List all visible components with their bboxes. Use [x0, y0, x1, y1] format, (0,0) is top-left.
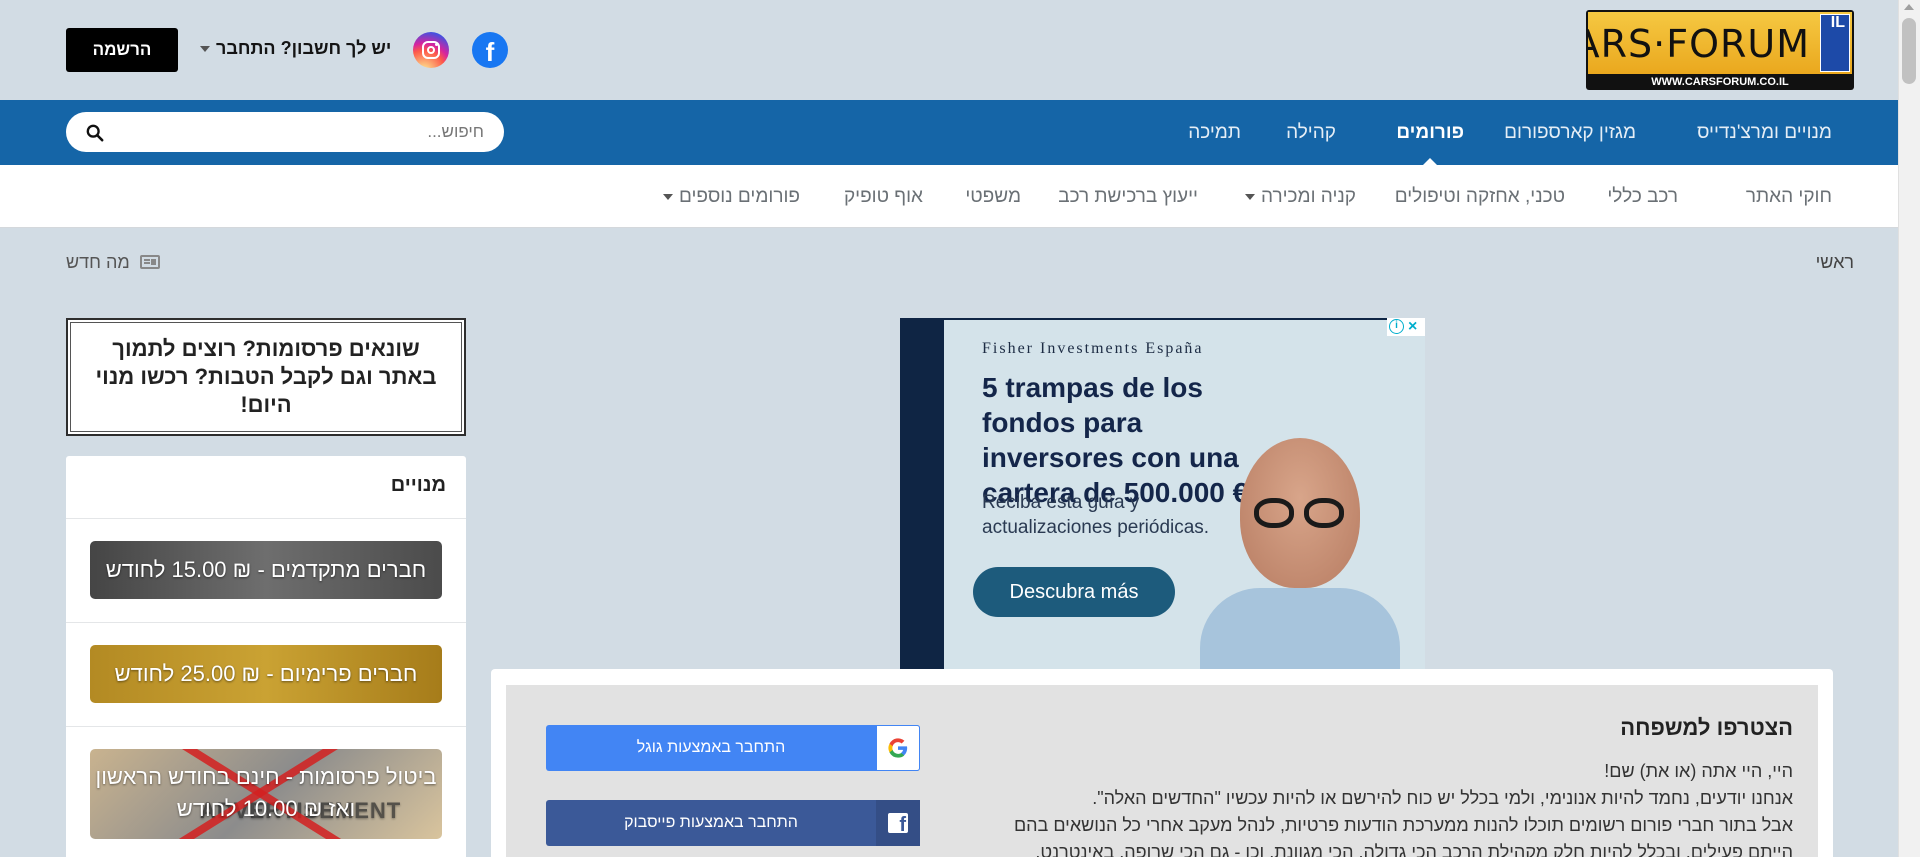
- caret-down-icon: [200, 46, 210, 53]
- join-title: הצטרפו למשפחה: [1620, 715, 1793, 740]
- search-icon[interactable]: [86, 124, 104, 142]
- join-line: הייתם פעילים, ובכלל להיות חלק מקהילת הרכ…: [1035, 842, 1793, 857]
- nav-item-support[interactable]: תמיכה: [1188, 100, 1241, 165]
- nav-item-community[interactable]: קהילה: [1286, 100, 1336, 165]
- nav-item-magazine[interactable]: מגזין קארספורום: [1504, 100, 1636, 165]
- logo-text: CARS·FORUM: [1586, 22, 1810, 66]
- subnav-buy-sell-label: קניה ומכירה: [1261, 186, 1356, 207]
- google-login-label: התחבר באמצעות גוגל: [636, 739, 786, 756]
- login-label: יש לך חשבון? התחבר: [216, 38, 392, 58]
- whats-new-label: מה חדש: [66, 252, 130, 272]
- join-line: אנחנו יודעים, נחמד להיות אנונימי, ולמי ב…: [1092, 788, 1793, 808]
- plan-advanced-button[interactable]: חברים מתקדמים - ₪ 15.00 לחודש: [90, 541, 442, 599]
- scroll-up-icon[interactable]: [1904, 4, 1914, 10]
- plan-premium-button[interactable]: חברים פרימיום - ₪ 25.00 לחודש: [90, 645, 442, 703]
- join-content: הצטרפו למשפחה היי, היי אתה (או את) שם! א…: [506, 685, 1818, 857]
- close-icon[interactable]: ×: [1408, 318, 1417, 336]
- search-box: [66, 112, 504, 152]
- ad-close-button[interactable]: i ×: [1387, 318, 1425, 336]
- instagram-icon[interactable]: [413, 32, 449, 68]
- join-line: היי, היי אתה (או את) שם!: [1604, 761, 1793, 781]
- promo-text: שונאים פרסומות? רוצים לתמוך באתר וגם לקב…: [95, 336, 437, 417]
- forum-subnav: חוקי האתר רכב כללי טכני, אחזקה וטיפולים …: [0, 165, 1898, 228]
- google-icon-box: [876, 725, 920, 771]
- divider: [66, 518, 466, 519]
- caret-down-icon: [1245, 193, 1255, 200]
- join-line: אבל בתור חברי פורום רשומים תוכלו להנות מ…: [1013, 815, 1793, 835]
- subnav-item-more[interactable]: פורומים נוספים: [662, 165, 800, 228]
- facebook-icon[interactable]: f: [472, 32, 508, 68]
- nav-item-subscriptions[interactable]: מנויים ומרצ'נדייס: [1697, 100, 1832, 165]
- page-scrollbar[interactable]: [1898, 0, 1920, 857]
- join-panel: הצטרפו למשפחה היי, היי אתה (או את) שם! א…: [491, 669, 1833, 857]
- ad-person-image: [1200, 438, 1400, 669]
- plan-no-ads-button[interactable]: ADVERTISEMENT ביטול פרסומות - חינם בחודש…: [90, 749, 442, 839]
- ad-cta-button[interactable]: Descubra más: [973, 567, 1175, 617]
- register-button[interactable]: הרשמה: [66, 28, 178, 72]
- scroll-thumb[interactable]: [1902, 18, 1916, 84]
- advertisement[interactable]: Fisher Investments España 5 trampas de l…: [900, 318, 1425, 669]
- facebook-login-label: התחבר באמצעות פייסבוק: [624, 814, 798, 831]
- divider: [66, 622, 466, 623]
- subnav-item-general[interactable]: רכב כללי: [1607, 165, 1678, 228]
- facebook-login-button[interactable]: f התחבר באמצעות פייסבוק: [546, 800, 920, 846]
- divider: [66, 726, 466, 727]
- subscriptions-title: מנויים: [390, 474, 446, 496]
- nav-item-forums[interactable]: פורומים: [1396, 100, 1464, 165]
- subnav-item-technical[interactable]: טכני, אחזקה וטיפולים: [1395, 165, 1565, 228]
- search-input[interactable]: [124, 120, 484, 144]
- site-header: IL CARS·FORUM WWW.CARSFORUM.CO.IL f יש ל…: [0, 0, 1920, 100]
- newspaper-icon: [139, 255, 160, 269]
- subnav-item-legal[interactable]: משפטי: [965, 165, 1021, 228]
- subscriptions-card: מנויים חברים מתקדמים - ₪ 15.00 לחודש חבר…: [66, 456, 466, 857]
- logo-url: WWW.CARSFORUM.CO.IL: [1651, 76, 1789, 88]
- breadcrumb-home[interactable]: ראשי: [1816, 252, 1854, 273]
- main-nav: מנויים ומרצ'נדייס מגזין קארספורום פורומי…: [0, 100, 1898, 165]
- facebook-icon: f: [888, 813, 908, 833]
- subnav-item-buy-sell[interactable]: קניה ומכירה: [1245, 165, 1356, 228]
- site-logo[interactable]: IL CARS·FORUM WWW.CARSFORUM.CO.IL: [1586, 10, 1854, 90]
- join-text: היי, היי אתה (או את) שם! אנחנו יודעים, נ…: [973, 758, 1793, 857]
- plan-no-ads-label: ביטול פרסומות - חינם בחודש הראשון ואז ₪ …: [95, 764, 437, 821]
- subnav-more-label: פורומים נוספים: [678, 186, 800, 207]
- promo-box[interactable]: שונאים פרסומות? רוצים לתמוך באתר וגם לקב…: [66, 318, 466, 436]
- subnav-item-off-topic[interactable]: אוף טופיק: [844, 165, 923, 228]
- facebook-icon-box: f: [876, 800, 920, 846]
- subnav-item-rules[interactable]: חוקי האתר: [1746, 165, 1832, 228]
- caret-down-icon: [662, 193, 673, 200]
- google-login-button[interactable]: התחבר באמצעות גוגל: [546, 725, 920, 771]
- info-icon[interactable]: i: [1389, 319, 1404, 334]
- ad-brand: Fisher Investments España: [982, 340, 1204, 357]
- logo-plate-text: IL: [1830, 14, 1845, 31]
- subnav-item-advice[interactable]: ייעוץ ברכישת רכב: [1058, 165, 1198, 228]
- whats-new-link[interactable]: מה חדש: [66, 252, 160, 273]
- login-dropdown[interactable]: יש לך חשבון? התחבר: [200, 38, 391, 59]
- google-icon: [888, 738, 908, 758]
